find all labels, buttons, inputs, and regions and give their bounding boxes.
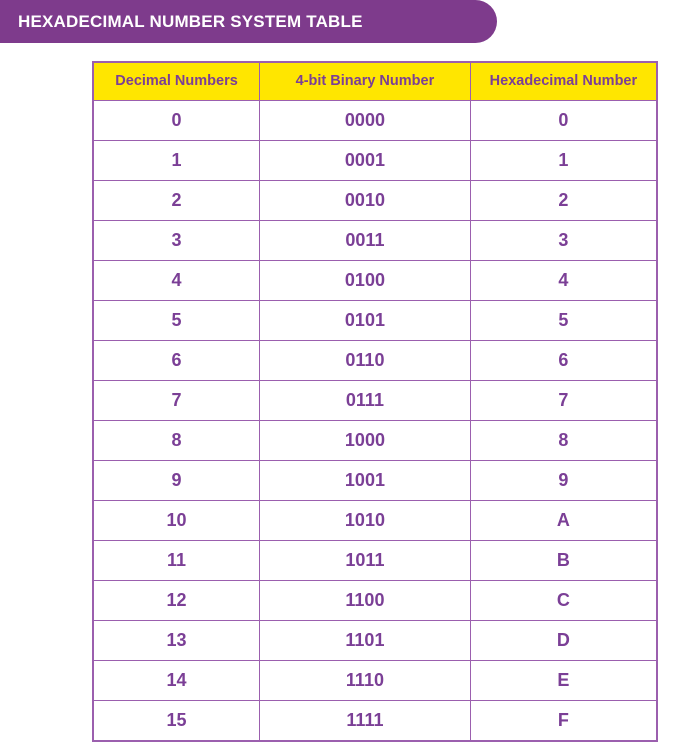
cell-decimal: 13 xyxy=(92,620,261,661)
column-header-decimal: Decimal Numbers xyxy=(92,61,261,101)
cell-hexadecimal: 7 xyxy=(469,380,658,421)
table-row: 11 1011 B xyxy=(92,540,658,581)
cell-decimal: 1 xyxy=(92,140,261,181)
cell-decimal: 11 xyxy=(92,540,261,581)
cell-binary: 0000 xyxy=(259,100,471,141)
page-root: HEXADECIMAL NUMBER SYSTEM TABLE Decimal … xyxy=(0,0,699,742)
table-row: 7 0111 7 xyxy=(92,380,658,421)
table-row: 8 1000 8 xyxy=(92,420,658,461)
table-row: 9 1001 9 xyxy=(92,460,658,501)
hexadecimal-table-container: Decimal Numbers 4-bit Binary Number Hexa… xyxy=(92,61,658,742)
cell-hexadecimal: 8 xyxy=(469,420,658,461)
title-banner: HEXADECIMAL NUMBER SYSTEM TABLE xyxy=(0,0,497,43)
table-row: 14 1110 E xyxy=(92,660,658,701)
cell-binary: 1111 xyxy=(259,700,471,742)
cell-binary: 1101 xyxy=(259,620,471,661)
cell-binary: 0100 xyxy=(259,260,471,301)
cell-hexadecimal: 0 xyxy=(469,100,658,141)
table-row: 13 1101 D xyxy=(92,620,658,661)
hexadecimal-number-system-table: Decimal Numbers 4-bit Binary Number Hexa… xyxy=(92,61,658,742)
cell-decimal: 2 xyxy=(92,180,261,221)
table-row: 4 0100 4 xyxy=(92,260,658,301)
cell-hexadecimal: 3 xyxy=(469,220,658,261)
cell-binary: 0001 xyxy=(259,140,471,181)
cell-hexadecimal: A xyxy=(469,500,658,541)
cell-decimal: 3 xyxy=(92,220,261,261)
table-row: 10 1010 A xyxy=(92,500,658,541)
table-row: 5 0101 5 xyxy=(92,300,658,341)
table-row: 2 0010 2 xyxy=(92,180,658,221)
cell-binary: 1110 xyxy=(259,660,471,701)
table-row: 0 0000 0 xyxy=(92,100,658,141)
cell-hexadecimal: C xyxy=(469,580,658,621)
cell-hexadecimal: 2 xyxy=(469,180,658,221)
cell-binary: 1001 xyxy=(259,460,471,501)
cell-decimal: 12 xyxy=(92,580,261,621)
cell-binary: 1010 xyxy=(259,500,471,541)
cell-decimal: 5 xyxy=(92,300,261,341)
cell-hexadecimal: B xyxy=(469,540,658,581)
table-body: 0 0000 0 1 0001 1 2 0010 2 3 0011 3 4 0100 4 5 0101 5 6 011… xyxy=(92,100,658,742)
cell-decimal: 0 xyxy=(92,100,261,141)
cell-binary: 0110 xyxy=(259,340,471,381)
table-row: 1 0001 1 xyxy=(92,140,658,181)
cell-binary: 1011 xyxy=(259,540,471,581)
cell-binary: 0111 xyxy=(259,380,471,421)
table-row: 12 1100 C xyxy=(92,580,658,621)
cell-hexadecimal: E xyxy=(469,660,658,701)
table-header: Decimal Numbers 4-bit Binary Number Hexa… xyxy=(92,61,658,101)
cell-hexadecimal: 9 xyxy=(469,460,658,501)
cell-decimal: 14 xyxy=(92,660,261,701)
cell-hexadecimal: 4 xyxy=(469,260,658,301)
table-row: 15 1111 F xyxy=(92,700,658,742)
column-header-hexadecimal: Hexadecimal Number xyxy=(469,61,658,101)
cell-binary: 0010 xyxy=(259,180,471,221)
cell-binary: 0011 xyxy=(259,220,471,261)
table-row: 6 0110 6 xyxy=(92,340,658,381)
cell-decimal: 6 xyxy=(92,340,261,381)
cell-decimal: 8 xyxy=(92,420,261,461)
cell-decimal: 9 xyxy=(92,460,261,501)
table-header-row: Decimal Numbers 4-bit Binary Number Hexa… xyxy=(92,61,658,101)
cell-hexadecimal: 6 xyxy=(469,340,658,381)
cell-binary: 1000 xyxy=(259,420,471,461)
cell-decimal: 10 xyxy=(92,500,261,541)
cell-hexadecimal: D xyxy=(469,620,658,661)
cell-hexadecimal: F xyxy=(469,700,658,742)
cell-decimal: 4 xyxy=(92,260,261,301)
table-row: 3 0011 3 xyxy=(92,220,658,261)
cell-hexadecimal: 1 xyxy=(469,140,658,181)
column-header-binary: 4-bit Binary Number xyxy=(259,61,471,101)
page-title: HEXADECIMAL NUMBER SYSTEM TABLE xyxy=(18,12,363,31)
cell-decimal: 7 xyxy=(92,380,261,421)
cell-decimal: 15 xyxy=(92,700,261,742)
cell-binary: 0101 xyxy=(259,300,471,341)
cell-hexadecimal: 5 xyxy=(469,300,658,341)
cell-binary: 1100 xyxy=(259,580,471,621)
